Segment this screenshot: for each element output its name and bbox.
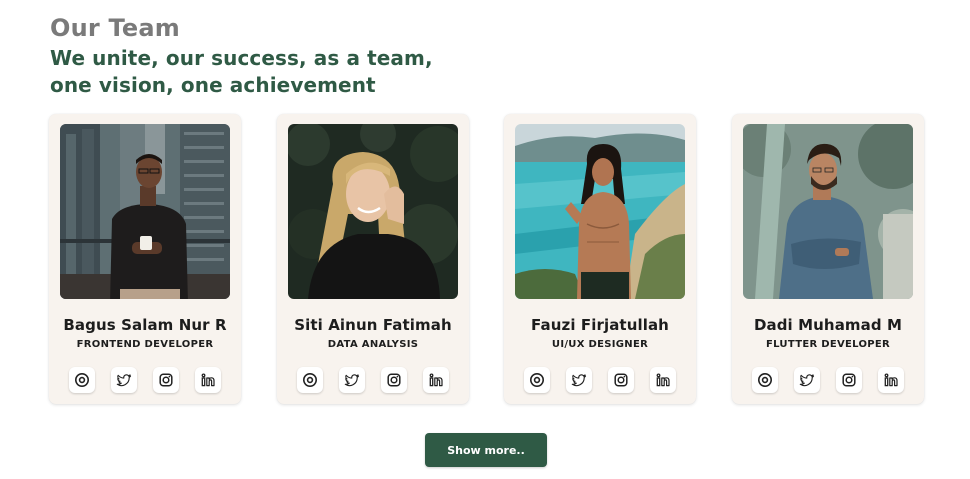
twitter-link[interactable] — [339, 367, 365, 393]
dribbble-icon — [303, 373, 317, 387]
team-card: Fauzi Firjatullah UI/UX DESIGNER — [504, 114, 696, 404]
member-name: Dadi Muhamad M — [753, 316, 903, 334]
dribbble-link[interactable] — [69, 367, 95, 393]
twitter-link[interactable] — [566, 367, 592, 393]
headline-line-1: We unite, our success, as a team, — [50, 46, 433, 70]
social-links — [524, 367, 676, 393]
social-links — [297, 367, 449, 393]
instagram-icon — [614, 373, 628, 387]
linkedin-icon — [656, 373, 670, 387]
linkedin-link[interactable] — [423, 367, 449, 393]
photo-smiling-woman — [288, 124, 458, 299]
member-photo — [743, 124, 913, 299]
member-name: Bagus Salam Nur R — [63, 316, 227, 334]
instagram-icon — [842, 373, 856, 387]
dribbble-link[interactable] — [297, 367, 323, 393]
member-role: UI/UX DESIGNER — [551, 339, 649, 350]
twitter-icon — [799, 374, 815, 387]
team-card: Siti Ainun Fatimah DATA ANALYSIS — [277, 114, 469, 404]
section-headline: We unite, our success, as a team, one vi… — [50, 45, 433, 99]
instagram-link[interactable] — [153, 367, 179, 393]
member-photo — [288, 124, 458, 299]
twitter-icon — [344, 374, 360, 387]
team-card: Bagus Salam Nur R FRONTEND DEVELOPER — [49, 114, 241, 404]
social-links — [752, 367, 904, 393]
dribbble-link[interactable] — [752, 367, 778, 393]
headline-line-2: one vision, one achievement — [50, 73, 376, 97]
photo-man-by-sea — [515, 124, 685, 299]
linkedin-link[interactable] — [878, 367, 904, 393]
member-name: Siti Ainun Fatimah — [294, 316, 452, 334]
photo-man-on-balcony — [60, 124, 230, 299]
section-header: Our Team We unite, our success, as a tea… — [50, 14, 433, 99]
section-title: Our Team — [50, 14, 180, 42]
linkedin-link[interactable] — [195, 367, 221, 393]
twitter-link[interactable] — [794, 367, 820, 393]
member-role: FRONTEND DEVELOPER — [76, 339, 214, 350]
linkedin-icon — [884, 373, 898, 387]
linkedin-link[interactable] — [650, 367, 676, 393]
twitter-link[interactable] — [111, 367, 137, 393]
dribbble-icon — [75, 373, 89, 387]
member-photo — [60, 124, 230, 299]
instagram-icon — [387, 373, 401, 387]
team-card-list: Bagus Salam Nur R FRONTEND DEVELOPER Sit… — [49, 114, 924, 404]
instagram-link[interactable] — [608, 367, 634, 393]
twitter-icon — [116, 374, 132, 387]
dribbble-link[interactable] — [524, 367, 550, 393]
linkedin-icon — [201, 373, 215, 387]
team-card: Dadi Muhamad M FLUTTER DEVELOPER — [732, 114, 924, 404]
member-role: FLUTTER DEVELOPER — [765, 339, 891, 350]
dribbble-icon — [758, 373, 772, 387]
dribbble-icon — [530, 373, 544, 387]
photo-bearded-man — [743, 124, 913, 299]
instagram-link[interactable] — [836, 367, 862, 393]
member-role: DATA ANALYSIS — [327, 339, 419, 350]
social-links — [69, 367, 221, 393]
instagram-link[interactable] — [381, 367, 407, 393]
show-more-button[interactable]: Show more.. — [425, 433, 547, 467]
member-photo — [515, 124, 685, 299]
instagram-icon — [159, 373, 173, 387]
linkedin-icon — [429, 373, 443, 387]
twitter-icon — [571, 374, 587, 387]
member-name: Fauzi Firjatullah — [531, 316, 669, 334]
